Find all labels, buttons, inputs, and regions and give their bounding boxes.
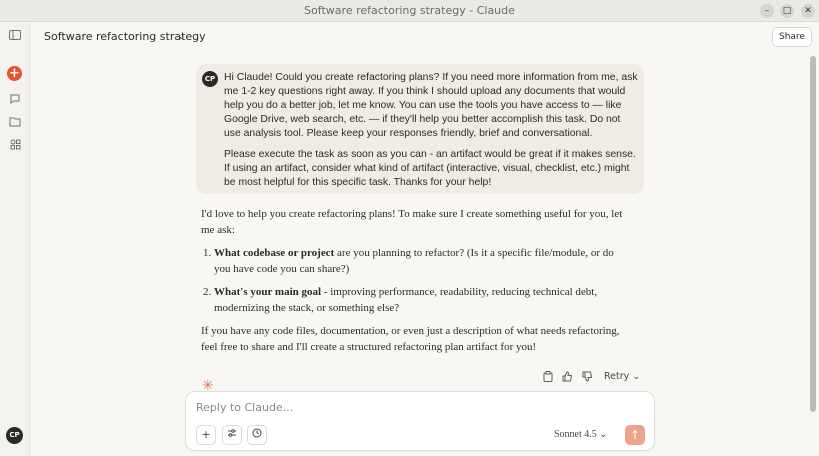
message-actions: Retry ⌄	[542, 371, 652, 385]
sidebar-toggle-icon[interactable]	[8, 30, 22, 44]
assistant-intro: I'd love to help you create refactoring …	[201, 208, 623, 236]
list-item: What's your main goal - improving perfor…	[214, 284, 631, 316]
thumbs-up-icon[interactable]	[561, 371, 573, 383]
retry-button[interactable]: Retry ⌄	[604, 371, 640, 382]
chevron-down-icon[interactable]: ⌄	[177, 29, 186, 42]
folder-icon[interactable]	[8, 116, 22, 130]
user-message-text: Hi Claude! Could you create refactoring …	[224, 71, 638, 190]
chat-bubble-icon[interactable]	[8, 93, 22, 107]
copy-icon[interactable]	[542, 371, 554, 383]
restore-icon[interactable]: □	[780, 4, 794, 18]
assistant-message: I'd love to help you create refactoring …	[201, 206, 631, 355]
arrow-up-icon: ↑	[629, 428, 641, 442]
minimize-icon[interactable]: –	[760, 4, 774, 18]
chevron-down-icon: ⌄	[599, 429, 608, 440]
list-item: What codebase or project are you plannin…	[214, 245, 631, 277]
close-icon[interactable]: ✕	[801, 4, 815, 18]
plus-icon[interactable]: +	[196, 425, 216, 445]
user-message-paragraph: Please execute the task as soon as you c…	[224, 149, 636, 188]
user-message: CP Hi Claude! Could you create refactori…	[196, 64, 644, 194]
title-bar: Software refactoring strategy - Claude –…	[0, 0, 819, 22]
reply-input[interactable]: Reply to Claude...	[196, 401, 293, 414]
window-title: Software refactoring strategy - Claude	[304, 4, 515, 17]
message-composer[interactable]: Reply to Claude... + Sonnet 4.5 ⌄ ↑	[185, 391, 655, 451]
model-selector[interactable]: Sonnet 4.5 ⌄	[554, 429, 608, 440]
thumbs-down-icon[interactable]	[581, 371, 593, 383]
scrollbar[interactable]	[810, 56, 816, 412]
question-bold: What's your main goal	[214, 286, 322, 298]
question-bold: What codebase or project	[214, 247, 335, 259]
send-button[interactable]: ↑	[625, 425, 645, 445]
question-list: What codebase or project are you plannin…	[201, 245, 631, 316]
sidebar: + CP	[0, 23, 30, 456]
user-message-paragraph: Hi Claude! Could you create refactoring …	[224, 72, 638, 139]
model-label: Sonnet 4.5	[554, 429, 597, 440]
chevron-down-icon: ⌄	[632, 371, 641, 382]
user-avatar[interactable]: CP	[6, 427, 23, 444]
retry-label: Retry	[604, 371, 630, 382]
plus-icon[interactable]: +	[7, 66, 22, 81]
sliders-icon[interactable]	[222, 425, 242, 445]
assistant-outro: If you have any code files, documentatio…	[201, 325, 620, 353]
share-button[interactable]: Share	[772, 27, 812, 47]
grid-icon[interactable]	[8, 139, 22, 153]
clock-icon[interactable]	[247, 425, 267, 445]
user-message-avatar: CP	[202, 71, 218, 87]
